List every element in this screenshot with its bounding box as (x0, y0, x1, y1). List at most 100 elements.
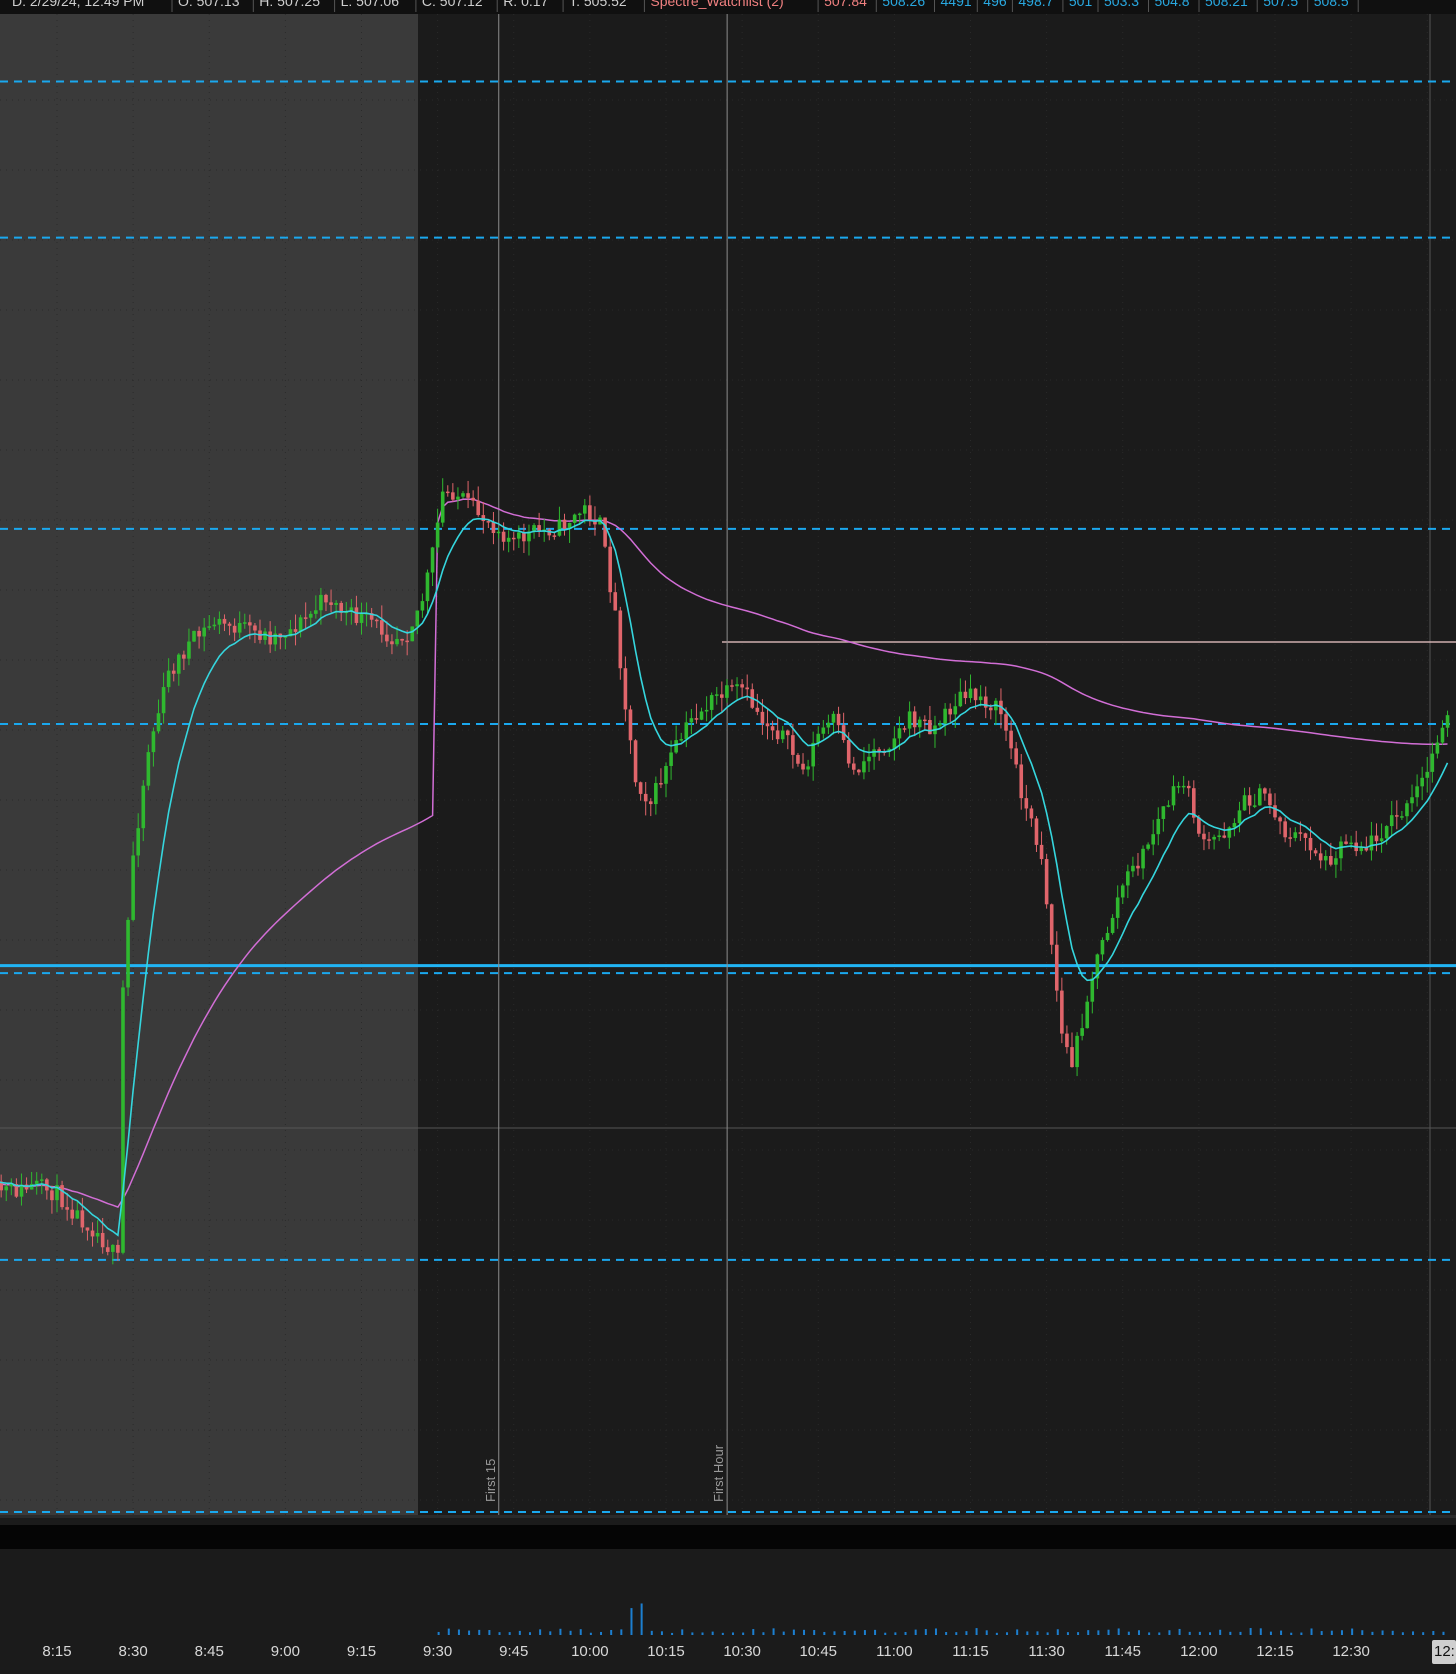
candle-body (572, 514, 577, 523)
candle-body (1410, 797, 1414, 804)
volume-bar (782, 1631, 785, 1635)
candle-body (329, 602, 333, 605)
x-tick-label: 12:30 (1332, 1643, 1370, 1660)
candle-body (745, 687, 749, 690)
candle-body (603, 517, 607, 547)
candle-body (674, 740, 678, 753)
volume-bar (1361, 1630, 1364, 1635)
candle-body (1176, 786, 1181, 788)
candle-body (1141, 848, 1145, 869)
candle-body (801, 763, 805, 770)
candle-body (791, 735, 795, 755)
candle-body (1334, 858, 1338, 865)
candle-body (1181, 785, 1186, 788)
candle-body (1415, 786, 1419, 798)
volume-bar (1036, 1631, 1039, 1635)
candle-body (765, 723, 770, 727)
candle-body (943, 708, 947, 724)
volume-bar (691, 1632, 694, 1635)
volume-bar (1310, 1628, 1313, 1635)
candle-body (1019, 764, 1024, 799)
volume-bar (650, 1630, 653, 1635)
pane-divider (0, 1515, 1456, 1518)
candle-body (374, 619, 379, 622)
volume-bar (965, 1631, 968, 1635)
volume-bar (681, 1629, 684, 1635)
candle-body (237, 623, 242, 633)
volume-bar (772, 1628, 775, 1635)
candle-body (1197, 817, 1201, 834)
candle-body (628, 709, 633, 741)
volume-bar (1280, 1630, 1283, 1635)
candle-body (1313, 850, 1318, 854)
header-item: 496 (983, 0, 1007, 9)
candle-body (953, 706, 958, 715)
volume-bar (762, 1632, 765, 1635)
candle-body (770, 726, 775, 731)
volume-bar (955, 1632, 958, 1635)
candle-body (308, 613, 313, 618)
volume-bar (620, 1629, 623, 1635)
volume-bar (914, 1629, 917, 1635)
volume-bar (1259, 1628, 1262, 1635)
volume-bar (508, 1632, 511, 1635)
candle-body (1075, 1035, 1079, 1068)
candle-body (1384, 826, 1389, 839)
candle-body (50, 1190, 54, 1201)
candle-body (1420, 777, 1424, 787)
candle-body (390, 641, 394, 645)
candle-body (131, 855, 135, 920)
candle-body (669, 752, 673, 766)
candle-body (1329, 856, 1333, 865)
volume-bar (569, 1630, 572, 1635)
candle-body (760, 711, 765, 724)
x-tick-label: 10:45 (799, 1643, 837, 1660)
candle-body (60, 1185, 64, 1208)
candle-body (75, 1210, 80, 1219)
volume-bar (1006, 1632, 1009, 1635)
candle-body (34, 1180, 39, 1184)
candle-body (577, 513, 582, 516)
x-tick-label: 9:00 (271, 1643, 300, 1660)
volume-bar (1422, 1632, 1425, 1635)
volume-bar (457, 1629, 460, 1635)
volume-bar (1290, 1632, 1293, 1635)
candle-body (400, 638, 404, 641)
candle-body (461, 493, 465, 497)
volume-bar (1209, 1632, 1212, 1635)
candle-body (831, 713, 836, 723)
volume-bar (1412, 1631, 1415, 1635)
candle-body (709, 695, 714, 710)
candle-body (380, 620, 384, 635)
candle-body (385, 634, 389, 642)
volume-bar (924, 1629, 927, 1635)
candle-body (872, 749, 876, 757)
candle-body (197, 630, 201, 637)
candle-body (496, 531, 501, 534)
candle-body (410, 626, 415, 642)
candle-body (1257, 788, 1262, 806)
candle-body (1252, 805, 1257, 807)
candle-body (253, 625, 257, 631)
candle-body (136, 828, 140, 856)
candle-body (689, 718, 694, 723)
candle-body (156, 713, 161, 732)
volume-bar (1340, 1630, 1343, 1635)
candle-body (1278, 817, 1282, 822)
candle-body (583, 505, 587, 514)
candle-body (517, 532, 521, 539)
candle-body (643, 793, 648, 802)
volume-bar (731, 1632, 734, 1635)
candle-body (1156, 818, 1161, 835)
candle-body (177, 654, 181, 674)
volume-bar (610, 1629, 613, 1635)
candle-body (806, 766, 810, 770)
volume-bar (1148, 1632, 1151, 1635)
candle-body (608, 546, 612, 593)
candle-body (897, 728, 902, 739)
header-bar: D: 2/29/24, 12:49 PM O: 507.13 H: 507.25 L:… (0, 0, 1456, 14)
candle-body (293, 629, 298, 632)
candle-body (1242, 795, 1247, 811)
candle-body (1090, 978, 1095, 1002)
x-tick-label: 8:15 (42, 1643, 71, 1660)
